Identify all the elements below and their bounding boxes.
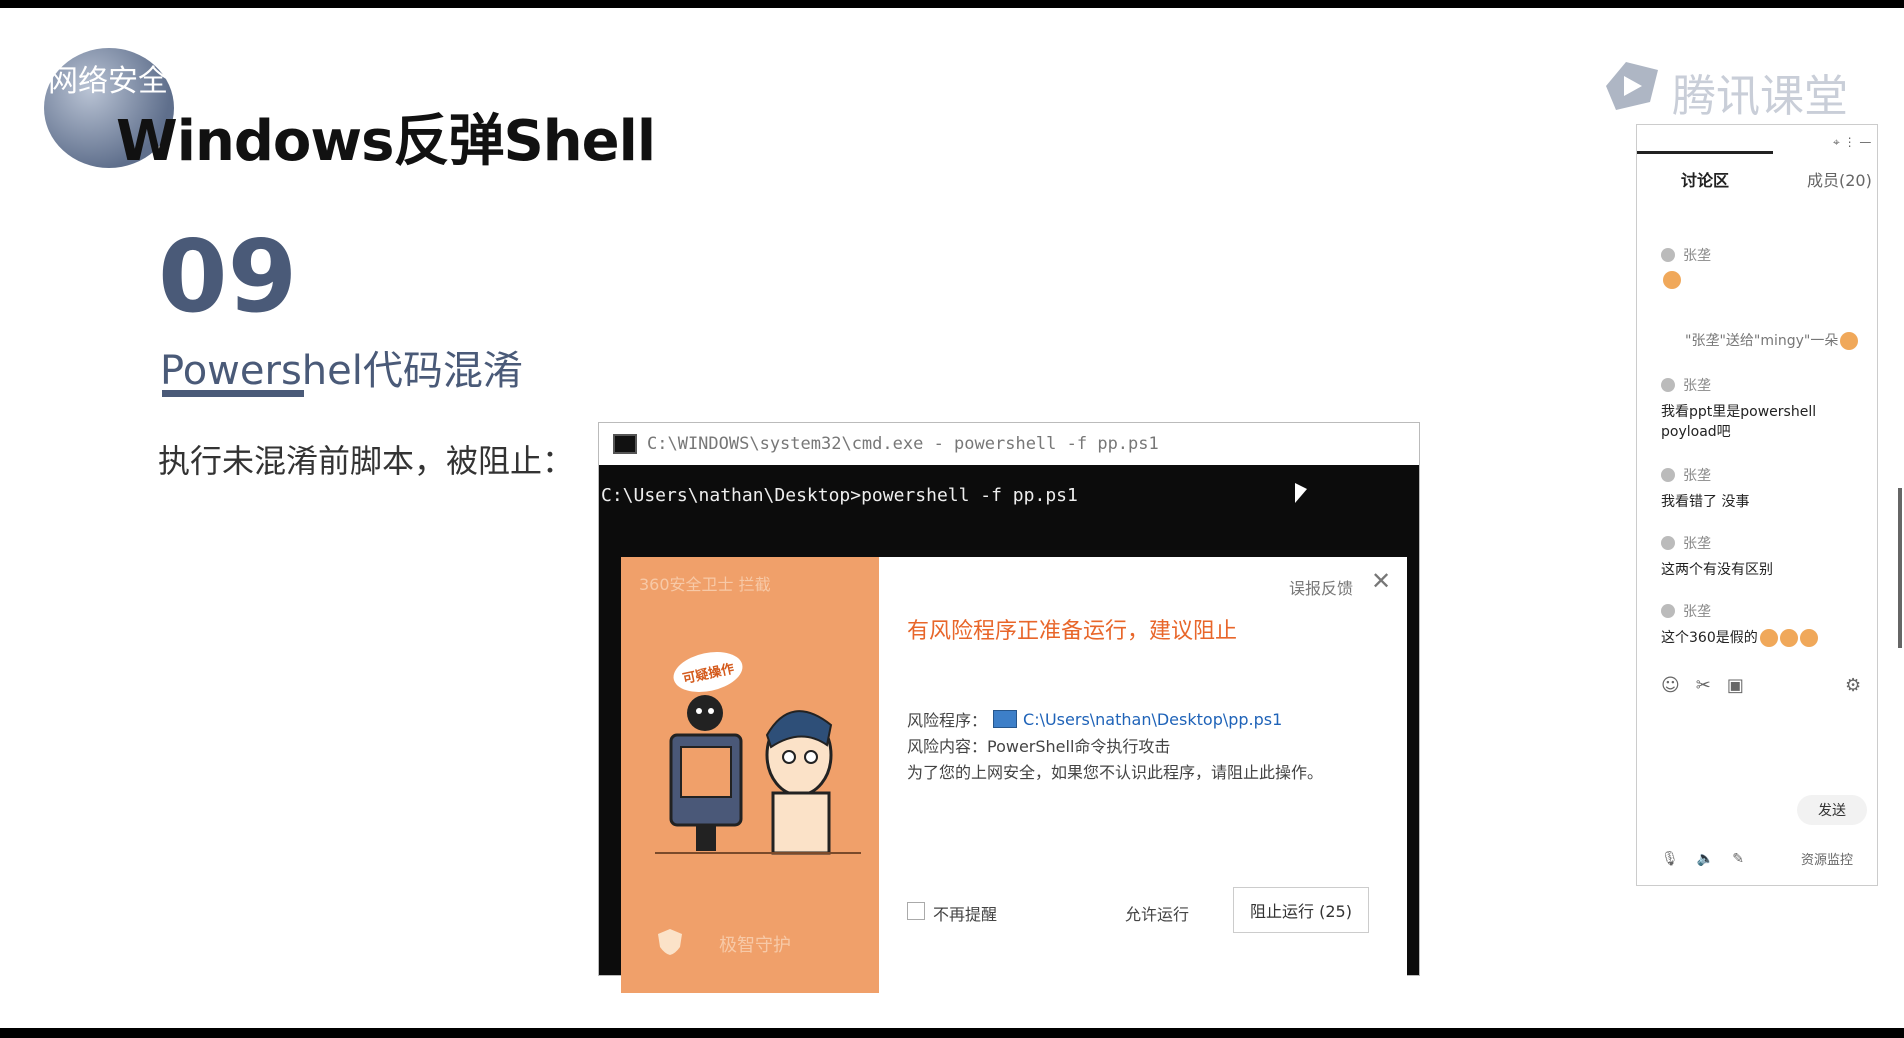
shield-icon [658, 929, 682, 955]
no-remind-checkbox[interactable] [907, 902, 925, 920]
risk-content-text: 风险内容：PowerShell命令执行攻击 [907, 737, 1171, 756]
chat-user: 张垄 [1661, 601, 1871, 621]
chat-text: 这两个有没有区别 [1661, 562, 1773, 578]
image-icon[interactable]: ▣ [1727, 675, 1744, 696]
speaker-icon[interactable]: 🔈 [1697, 851, 1714, 867]
avatar [1661, 378, 1675, 392]
chat-message: 张垄 [1661, 245, 1871, 289]
file-icon [993, 710, 1018, 728]
tencent-classroom-logo-icon [1606, 62, 1658, 110]
chat-text-content: 这个360是假的 [1661, 630, 1758, 646]
chat-username: 张垄 [1683, 248, 1711, 264]
chat-username: 张垄 [1683, 378, 1711, 394]
chat-message: 张垄 这个360是假的 [1661, 601, 1871, 647]
no-remind-label[interactable]: 不再提醒 [933, 901, 997, 925]
risk-program-row: 风险程序： C:\Users\nathan\Desktop\pp.ps1 [907, 707, 1282, 731]
chat-user: 张垄 [1661, 375, 1871, 395]
gift-notice-text: "张垄"送给"mingy"一朵 [1685, 333, 1839, 349]
security-alert-dialog: 360安全卫士 拦截 可疑操作 极智守护 误报反馈 ✕ 有风险程序正准备运行，建… [621, 557, 1407, 993]
false-positive-feedback-link[interactable]: 误报反馈 [1289, 575, 1353, 599]
cmd-console[interactable]: C:\Users\nathan\Desktop>powershell -f pp… [599, 465, 1419, 993]
chat-text: 这个360是假的 [1661, 627, 1871, 647]
risk-program-label: 风险程序： [907, 711, 988, 730]
slide: 网络安全 Windows反弹Shell 腾讯课堂 09 Powershel代码混… [0, 8, 1904, 1028]
dialog-left-header: 360安全卫士 拦截 [639, 575, 771, 594]
avatar [1661, 468, 1675, 482]
cmd-window: C:\WINDOWS\system32\cmd.exe - powershell… [598, 422, 1420, 993]
tab-active-indicator [1637, 151, 1773, 154]
risk-program-path-link[interactable]: C:\Users\nathan\Desktop\pp.ps1 [1023, 710, 1282, 729]
emoji-icon [1759, 629, 1778, 647]
brand-text: 网络安全 [48, 64, 168, 99]
emoji-icon [1799, 629, 1818, 647]
emoji-icon [1663, 271, 1681, 289]
section-subtitle: Powershel代码混淆 [160, 348, 523, 394]
avatar [1661, 604, 1675, 618]
settings-icon[interactable]: ⚙ [1845, 675, 1861, 696]
hacker-illustration-icon [655, 695, 861, 855]
mouse-pointer-icon [1295, 483, 1307, 503]
section-underline [162, 390, 304, 397]
chat-text: 我看ppt里是powershell poyload吧 [1661, 404, 1817, 440]
terminal-icon [613, 434, 637, 454]
chat-text: 我看错了 没事 [1661, 494, 1750, 510]
chat-message: 张垄 这两个有没有区别 [1661, 533, 1871, 579]
emoji-icon [1779, 629, 1798, 647]
chat-window-controls[interactable]: ⌖ ⋮ — [1833, 135, 1871, 150]
chat-user: 张垄 [1661, 533, 1871, 553]
section-number: 09 [158, 218, 298, 335]
chat-tabs: ⌖ ⋮ — 讨论区 成员(20) [1637, 125, 1877, 195]
scissors-icon[interactable]: ✂ [1696, 675, 1711, 696]
chat-username: 张垄 [1683, 604, 1711, 620]
advice-text: 为了您的上网安全，如果您不认识此程序，请阻止此操作。 [907, 763, 1324, 782]
body-text: 执行未混淆前脚本，被阻止： [158, 442, 575, 480]
allow-run-button[interactable]: 允许运行 [1125, 901, 1189, 925]
pen-icon[interactable]: ✎ [1732, 851, 1744, 867]
close-icon[interactable]: ✕ [1371, 569, 1391, 593]
dialog-headline: 有风险程序正准备运行，建议阻止 [907, 619, 1238, 644]
dialog-illustration-panel: 360安全卫士 拦截 可疑操作 极智守护 [621, 557, 879, 993]
cmd-title: C:\WINDOWS\system32\cmd.exe - powershell… [647, 434, 1159, 454]
avatar [1661, 536, 1675, 550]
cmd-titlebar[interactable]: C:\WINDOWS\system32\cmd.exe - powershell… [599, 423, 1419, 465]
tab-members[interactable]: 成员(20) [1807, 167, 1872, 191]
chat-user: 张垄 [1661, 465, 1871, 485]
cmd-command-line: C:\Users\nathan\Desktop>powershell -f pp… [601, 485, 1078, 506]
chat-panel: ⌖ ⋮ — 讨论区 成员(20) 张垄 "张垄"送给"mingy"一朵 张垄 我… [1636, 124, 1878, 886]
chat-message: 张垄 我看ppt里是powershell poyload吧 [1661, 375, 1871, 441]
block-run-button[interactable]: 阻止运行 (25) [1233, 887, 1369, 933]
chat-user: 张垄 [1661, 245, 1871, 265]
chat-username: 张垄 [1683, 468, 1711, 484]
chat-input-toolbar: ☺ ✂ ▣ [1661, 675, 1861, 696]
scrollbar[interactable] [1898, 488, 1902, 648]
dialog-left-footer: 极智守护 [719, 935, 791, 956]
chat-message: 张垄 我看错了 没事 [1661, 465, 1871, 511]
resource-monitor[interactable]: 资源监控 [1801, 849, 1853, 868]
tab-discussion[interactable]: 讨论区 [1681, 167, 1729, 191]
slide-title: Windows反弹Shell [116, 109, 656, 174]
send-button[interactable]: 发送 [1797, 795, 1867, 825]
microphone-icon[interactable]: 🎙 [1661, 851, 1679, 867]
chat-bottom-bar: 🎙 🔈 ✎ 资源监控 [1661, 849, 1871, 869]
emoji-picker-icon[interactable]: ☺ [1661, 675, 1680, 696]
gift-notice: "张垄"送给"mingy"一朵 [1685, 330, 1859, 350]
flower-icon [1840, 332, 1859, 350]
tencent-classroom-logo-text: 腾讯课堂 [1672, 71, 1848, 122]
chat-username: 张垄 [1683, 536, 1711, 552]
avatar [1661, 248, 1675, 262]
